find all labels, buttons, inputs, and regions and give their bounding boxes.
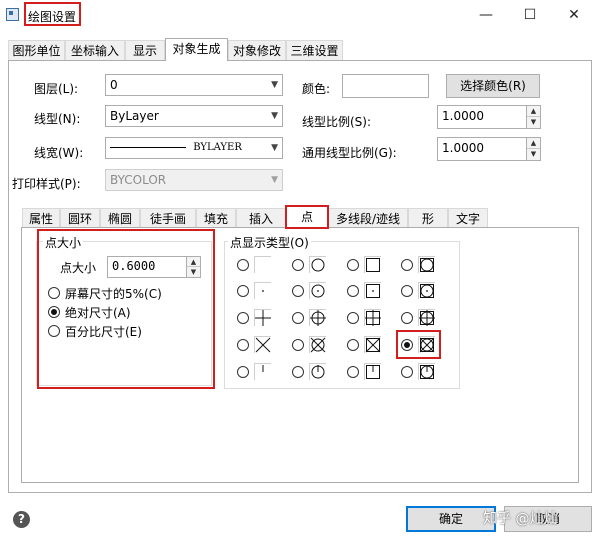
tab-display[interactable]: 显示 (125, 40, 165, 60)
spin-down-icon[interactable]: ▼ (527, 117, 540, 128)
point-style-radio-dot-square[interactable] (347, 285, 359, 297)
point-tab-highlight-box (285, 205, 329, 229)
ltscale-spin-buttons: ▲ ▼ (526, 106, 540, 128)
point-style-radio-dot[interactable] (237, 285, 249, 297)
plotstyle-label: 打印样式(P): (12, 177, 81, 191)
subtab-polyline-trace[interactable]: 多线段/迹线 (328, 208, 408, 228)
help-icon[interactable]: ? (13, 511, 30, 528)
point-style-square-icon[interactable] (364, 256, 382, 274)
layer-label: 图层(L): (34, 82, 79, 96)
point-style-radio-tick[interactable] (237, 366, 249, 378)
chevron-down-icon: ▼ (271, 143, 278, 153)
minimize-button[interactable]: — (464, 0, 508, 30)
point-style-plus-square-icon[interactable] (364, 309, 382, 327)
linetype-label: 线型(N): (34, 112, 81, 126)
subtab-text[interactable]: 文字 (448, 208, 488, 228)
point-style-radio-x[interactable] (237, 339, 249, 351)
lineweight-sample-line (110, 147, 186, 148)
tab-drawing-units[interactable]: 图形单位 (8, 40, 65, 60)
point-style-radio-plus-square[interactable] (347, 312, 359, 324)
subtab-insert[interactable]: 插入 (236, 208, 286, 228)
point-style-dot-square-icon[interactable] (364, 282, 382, 300)
title-bar: 绘图设置 — ☐ ✕ (0, 0, 600, 31)
tab-object-modification[interactable]: 对象修改 (228, 40, 286, 60)
subtab-donut[interactable]: 圆环 (60, 208, 100, 228)
point-style-plus-circle-icon[interactable] (309, 309, 327, 327)
point-style-radio-tick-circle-square[interactable] (401, 366, 413, 378)
global-ltscale-spin-buttons: ▲ ▼ (526, 138, 540, 160)
point-style-radio-blank[interactable] (237, 259, 249, 271)
point-style-tick-square-icon[interactable] (364, 363, 382, 381)
tab-object-creation[interactable]: 对象生成 (165, 38, 228, 61)
point-style-x-square-icon[interactable] (364, 336, 382, 354)
global-ltscale-label: 通用线型比例(G): (302, 146, 397, 160)
point-style-radio-plus-circle[interactable] (292, 312, 304, 324)
plotstyle-combo: BYCOLOR ▼ (105, 169, 283, 191)
chevron-down-icon: ▼ (271, 111, 278, 121)
spin-down-icon[interactable]: ▼ (527, 149, 540, 160)
close-button[interactable]: ✕ (552, 0, 596, 30)
point-style-circle-square-icon[interactable] (418, 256, 436, 274)
global-ltscale-spinner[interactable]: 1.0000 ▲ ▼ (437, 137, 541, 161)
point-style-radio-x-circle[interactable] (292, 339, 304, 351)
point-style-blank-icon[interactable] (254, 256, 272, 274)
subtab-hatch[interactable]: 填充 (196, 208, 236, 228)
point-size-highlight-box (37, 229, 215, 389)
maximize-button[interactable]: ☐ (508, 0, 552, 30)
point-style-dot-circle-icon[interactable] (309, 282, 327, 300)
color-swatch[interactable] (342, 74, 429, 98)
ltscale-value: 1.0000 (442, 109, 484, 123)
spin-up-icon[interactable]: ▲ (527, 106, 540, 117)
selected-style-highlight-box (396, 330, 441, 359)
point-style-radio-circle[interactable] (292, 259, 304, 271)
point-style-radio-plus[interactable] (237, 312, 249, 324)
lineweight-label: 线宽(W): (34, 146, 84, 160)
point-style-radio-tick-circle[interactable] (292, 366, 304, 378)
tab-3d-settings[interactable]: 三维设置 (286, 40, 343, 60)
point-style-radio-square[interactable] (347, 259, 359, 271)
subtab-shape[interactable]: 形 (408, 208, 448, 228)
spin-up-icon[interactable]: ▲ (527, 138, 540, 149)
point-style-x-icon[interactable] (254, 336, 272, 354)
subtab-ellipse[interactable]: 椭圆 (100, 208, 140, 228)
lineweight-combo[interactable]: BYLAYER ▼ (105, 137, 283, 159)
linetype-value: ByLayer (110, 109, 159, 123)
chevron-down-icon: ▼ (271, 80, 278, 90)
layer-combo[interactable]: 0 ▼ (105, 74, 283, 96)
linetype-combo[interactable]: ByLayer ▼ (105, 105, 283, 127)
point-style-radio-x-square[interactable] (347, 339, 359, 351)
point-style-tick-circle-icon[interactable] (309, 363, 327, 381)
subtab-attributes[interactable]: 属性 (22, 208, 60, 228)
point-style-radio-plus-circle-square[interactable] (401, 312, 413, 324)
point-display-group-title: 点显示类型(O) (228, 234, 311, 251)
point-style-plus-circle-square-icon[interactable] (418, 309, 436, 327)
subtab-freehand[interactable]: 徒手画 (140, 208, 196, 228)
watermark: 知乎 @灿灿 (483, 511, 558, 527)
select-color-button[interactable]: 选择颜色(R) (446, 74, 540, 98)
plotstyle-value: BYCOLOR (110, 173, 167, 187)
point-style-x-circle-icon[interactable] (309, 336, 327, 354)
lineweight-value: BYLAYER (193, 142, 242, 153)
app-icon (6, 8, 19, 21)
point-style-tick-circle-square-icon[interactable] (418, 363, 436, 381)
point-style-dot-circle-square-icon[interactable] (418, 282, 436, 300)
point-style-plus-icon[interactable] (254, 309, 272, 327)
point-style-dot-icon[interactable] (254, 282, 272, 300)
chevron-down-icon: ▼ (271, 175, 278, 185)
ltscale-spinner[interactable]: 1.0000 ▲ ▼ (437, 105, 541, 129)
point-style-radio-dot-circle-square[interactable] (401, 285, 413, 297)
ltscale-label: 线型比例(S): (302, 115, 372, 129)
point-style-radio-circle-square[interactable] (401, 259, 413, 271)
point-style-circle-icon[interactable] (309, 256, 327, 274)
tab-coordinate-input[interactable]: 坐标输入 (65, 40, 125, 60)
point-style-radio-dot-circle[interactable] (292, 285, 304, 297)
point-style-tick-icon[interactable] (254, 363, 272, 381)
color-label: 颜色: (302, 82, 331, 96)
point-style-radio-tick-square[interactable] (347, 366, 359, 378)
layer-value: 0 (110, 78, 118, 92)
title-highlight-box (24, 2, 81, 26)
main-tab-strip: 图形单位 坐标输入 显示 对象生成 对象修改 三维设置 (8, 38, 592, 61)
global-ltscale-value: 1.0000 (442, 141, 484, 155)
